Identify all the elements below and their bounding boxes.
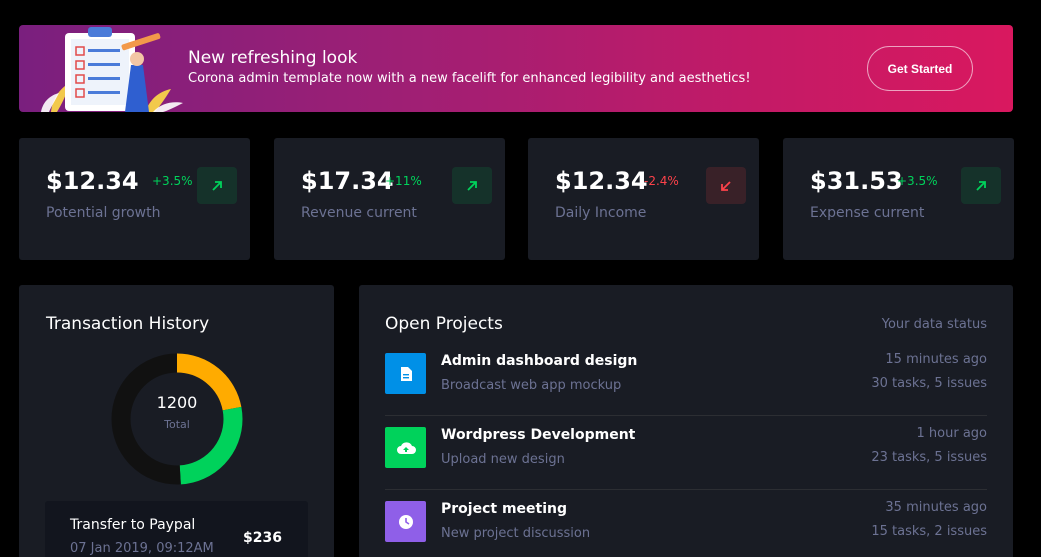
project-description: Upload new design [441, 452, 565, 467]
arrow-top-right-icon [452, 167, 492, 204]
promo-banner: New refreshing look Corona admin templat… [19, 25, 1013, 112]
clipboard-illustration-icon [41, 27, 183, 112]
transaction-amount: $236 [243, 530, 282, 546]
project-description: Broadcast web app mockup [441, 378, 622, 393]
stat-value: $12.34 [46, 167, 139, 195]
project-name: Admin dashboard design [441, 353, 638, 369]
project-description: New project discussion [441, 526, 591, 541]
donut-total-value: 1200 [156, 393, 198, 412]
stat-card-potential-growth: $12.34 +3.5% Potential growth [19, 138, 250, 260]
stat-change: +3.5% [152, 174, 193, 188]
project-tasks: 30 tasks, 5 issues [871, 376, 987, 391]
project-time: 1 hour ago [916, 426, 987, 441]
project-row[interactable]: Admin dashboard design Broadcast web app… [385, 342, 987, 416]
card-title: Transaction History [46, 314, 210, 334]
stat-value: $12.34 [555, 167, 648, 195]
stat-change: +3.5% [897, 174, 938, 188]
donut-total-label: Total [164, 418, 190, 431]
transaction-title: Transfer to Paypal [70, 517, 196, 533]
data-status-label: Your data status [881, 317, 987, 332]
project-tasks: 15 tasks, 2 issues [871, 524, 987, 539]
project-name: Project meeting [441, 501, 567, 517]
stat-card-expense-current: $31.53 +3.5% Expense current [783, 138, 1014, 260]
project-name: Wordpress Development [441, 427, 636, 443]
stat-label: Expense current [810, 205, 925, 221]
stat-label: Potential growth [46, 205, 161, 221]
transaction-history-card: Transaction History 1200 Total Transfer … [19, 285, 334, 557]
clock-icon [385, 501, 426, 542]
transaction-date: 07 Jan 2019, 09:12AM [70, 541, 214, 556]
stat-label: Revenue current [301, 205, 417, 221]
project-tasks: 23 tasks, 5 issues [871, 450, 987, 465]
banner-subtitle: Corona admin template now with a new fac… [188, 71, 751, 86]
open-projects-card: Open Projects Your data status Admin das… [359, 285, 1013, 557]
transaction-item[interactable]: Transfer to Paypal 07 Jan 2019, 09:12AM … [45, 501, 308, 557]
get-started-button[interactable]: Get Started [867, 46, 973, 91]
document-icon [385, 353, 426, 394]
project-row[interactable]: Wordpress Development Upload new design … [385, 416, 987, 490]
stat-change: +11% [385, 174, 422, 188]
stat-card-revenue-current: $17.34 +11% Revenue current [274, 138, 505, 260]
stat-value: $17.34 [301, 167, 394, 195]
card-title: Open Projects [385, 314, 503, 334]
arrow-top-right-icon [197, 167, 237, 204]
stat-card-daily-income: $12.34 -2.4% Daily Income [528, 138, 759, 260]
stat-label: Daily Income [555, 205, 647, 221]
project-time: 35 minutes ago [885, 500, 987, 515]
project-time: 15 minutes ago [885, 352, 987, 367]
donut-center: 1200 Total [111, 393, 243, 431]
stat-value: $31.53 [810, 167, 903, 195]
banner-title: New refreshing look [188, 48, 358, 68]
arrow-bottom-left-icon [706, 167, 746, 204]
project-row[interactable]: Project meeting New project discussion 3… [385, 490, 987, 557]
cloud-upload-icon [385, 427, 426, 468]
arrow-top-right-icon [961, 167, 1001, 204]
stat-change: -2.4% [644, 174, 679, 188]
